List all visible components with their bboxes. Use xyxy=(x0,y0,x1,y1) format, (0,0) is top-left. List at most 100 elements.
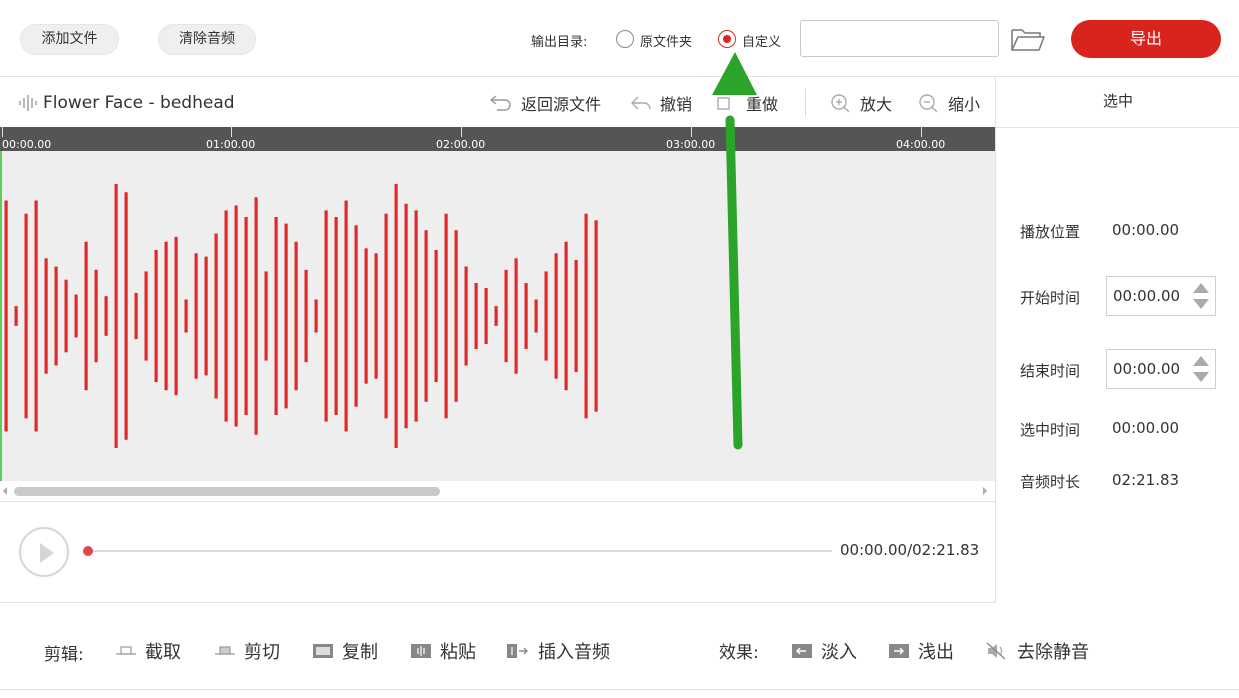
ruler-tick xyxy=(461,127,462,137)
remove-silence-label: 去除静音 xyxy=(1017,642,1089,663)
waveform-bar xyxy=(354,225,358,407)
zoom-in-icon xyxy=(831,94,850,113)
paste-button[interactable]: 粘贴 xyxy=(410,638,476,664)
insert-audio-label: 插入音频 xyxy=(538,642,610,663)
timeline-scrollbar[interactable] xyxy=(0,481,995,502)
fade-out-label: 浅出 xyxy=(918,642,954,663)
radio-custom[interactable] xyxy=(718,30,736,48)
duration-value: 02:21.83 xyxy=(1112,471,1180,489)
fade-out-icon xyxy=(889,644,909,658)
selected-time-label: 选中时间 xyxy=(1020,421,1081,439)
waveform-bar xyxy=(144,271,148,361)
copy-label: 复制 xyxy=(342,642,378,663)
remove-silence-button[interactable]: 去除静音 xyxy=(985,638,1089,664)
radio-custom-label[interactable]: 自定义 xyxy=(742,31,781,50)
start-time-stepper[interactable]: 00:00.00 xyxy=(1106,276,1216,316)
zoom-in-button[interactable]: 放大 xyxy=(830,91,892,115)
waveform-bar xyxy=(384,213,388,419)
waveform-bar xyxy=(444,213,448,419)
toolbar-divider xyxy=(805,89,806,117)
undo-button[interactable]: 撤销 xyxy=(630,91,692,115)
waveform-bar xyxy=(324,210,328,422)
start-time-label: 开始时间 xyxy=(1020,289,1081,307)
waveform-bar xyxy=(274,217,278,415)
play-button[interactable] xyxy=(19,527,69,577)
chevron-down-icon[interactable] xyxy=(1193,299,1209,309)
selected-time-value: 00:00.00 xyxy=(1112,419,1180,437)
waveform-bar xyxy=(104,296,108,336)
waveform-bar xyxy=(154,250,158,382)
ruler-tick xyxy=(2,127,3,137)
fade-in-button[interactable]: 淡入 xyxy=(791,638,857,664)
waveform-bar xyxy=(314,299,318,333)
waveform-bar xyxy=(234,205,238,427)
chevron-up-icon[interactable] xyxy=(1193,356,1209,366)
waveform-bar xyxy=(124,192,128,440)
trim-button[interactable]: 截取 xyxy=(115,638,181,664)
waveform-bar xyxy=(254,197,258,435)
waveform-bar xyxy=(504,269,508,363)
playhead[interactable] xyxy=(0,151,2,481)
waveform-bar xyxy=(424,230,428,402)
waveform-bar xyxy=(334,217,338,415)
waveform-bar xyxy=(584,213,588,419)
fade-in-icon xyxy=(792,644,812,658)
ruler-label: 04:00.00 xyxy=(896,138,946,151)
waveform-bar xyxy=(54,266,58,366)
waveform-bar xyxy=(134,292,138,340)
output-path-input[interactable] xyxy=(800,20,999,57)
ruler-label: 01:00.00 xyxy=(206,138,256,151)
play-position-value: 00:00.00 xyxy=(1112,221,1180,239)
chevron-up-icon[interactable] xyxy=(1193,283,1209,293)
waveform-bar xyxy=(404,203,408,429)
trim-icon xyxy=(116,646,136,655)
waveform-bar xyxy=(244,217,248,415)
radio-source-folder-label[interactable]: 原文件夹 xyxy=(640,31,692,50)
scroll-right-icon[interactable] xyxy=(983,487,987,495)
waveform-bar xyxy=(264,271,268,361)
waveform-bar xyxy=(534,299,538,333)
paste-icon xyxy=(411,644,431,658)
waveform-bar xyxy=(454,230,458,402)
cut-button[interactable]: 剪切 xyxy=(214,638,280,664)
fade-out-button[interactable]: 浅出 xyxy=(888,638,954,664)
waveform-bar xyxy=(94,269,98,363)
waveform-bar xyxy=(304,269,308,363)
end-time-value[interactable]: 00:00.00 xyxy=(1113,360,1180,378)
chevron-down-icon[interactable] xyxy=(1193,372,1209,382)
time-display: 00:00.00/02:21.83 xyxy=(840,541,980,559)
export-button[interactable]: 导出 xyxy=(1071,20,1221,58)
timeline-ruler[interactable]: 00:00.00 01:00.00 02:00.00 03:00.00 04:0… xyxy=(0,127,995,151)
radio-source-folder[interactable] xyxy=(616,30,634,48)
waveform-bar xyxy=(194,253,198,379)
zoom-out-icon xyxy=(919,94,938,113)
ruler-tick xyxy=(921,127,922,137)
end-time-stepper[interactable]: 00:00.00 xyxy=(1106,349,1216,389)
progress-handle[interactable] xyxy=(83,546,93,556)
redo-button[interactable]: 重做 xyxy=(716,91,778,115)
waveform-bar xyxy=(364,248,368,384)
scroll-thumb[interactable] xyxy=(14,487,440,496)
play-position-label: 播放位置 xyxy=(1020,223,1081,241)
waveform-bar xyxy=(114,184,118,448)
waveform-bar xyxy=(434,250,438,382)
start-time-value[interactable]: 00:00.00 xyxy=(1113,287,1180,305)
waveform-bar xyxy=(524,283,528,349)
waveform-icon xyxy=(19,95,37,111)
waveform-bar xyxy=(574,259,578,373)
waveform-area[interactable] xyxy=(0,151,995,481)
progress-track[interactable] xyxy=(88,550,832,552)
insert-audio-button[interactable]: 插入音频 xyxy=(506,638,610,664)
revert-button[interactable]: 返回源文件 xyxy=(489,91,601,115)
folder-open-icon[interactable] xyxy=(1010,26,1046,54)
waveform-bar xyxy=(414,210,418,422)
zoom-out-button[interactable]: 缩小 xyxy=(918,91,980,115)
zoom-in-label: 放大 xyxy=(860,95,893,114)
add-file-button[interactable]: 添加文件 xyxy=(20,24,119,55)
cut-label: 剪切 xyxy=(244,642,280,663)
waveform-bar xyxy=(284,223,288,409)
copy-button[interactable]: 复制 xyxy=(312,638,378,664)
waveform-bar xyxy=(64,279,68,353)
clear-audio-button[interactable]: 清除音频 xyxy=(158,24,256,55)
scroll-left-icon[interactable] xyxy=(3,487,7,495)
